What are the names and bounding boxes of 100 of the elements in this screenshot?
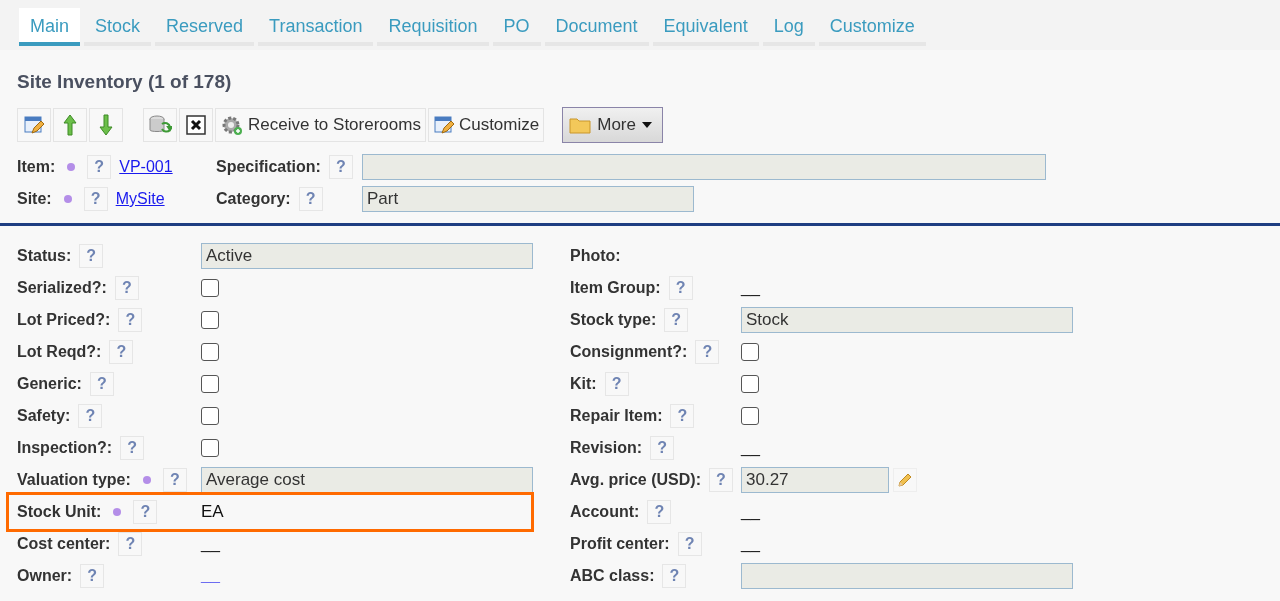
help-button[interactable]: ?	[120, 436, 145, 460]
text-field[interactable]: Stock	[741, 307, 1073, 333]
checkbox[interactable]	[201, 311, 219, 329]
field-label: Lot Reqd?:	[17, 343, 102, 361]
help-button[interactable]: ?	[79, 244, 104, 268]
field-label: Consignment?:	[570, 343, 688, 361]
text-field[interactable]: Part	[362, 186, 694, 212]
field-value: EA	[201, 502, 225, 522]
close-icon	[186, 115, 206, 135]
field-label: Avg. price (USD):	[570, 471, 701, 489]
help-button[interactable]: ?	[78, 404, 103, 428]
more-button[interactable]: More	[562, 107, 663, 143]
help-button[interactable]: ?	[650, 436, 674, 460]
field-label: Kit:	[570, 375, 597, 393]
record-link[interactable]: MySite	[115, 190, 165, 208]
field-label: Profit center:	[570, 535, 670, 553]
tab[interactable]: Stock	[84, 8, 152, 46]
field-value: __	[741, 502, 761, 522]
checkbox[interactable]	[741, 407, 759, 425]
tab[interactable]: Equivalent	[652, 8, 759, 46]
toolbar-button[interactable]: Receive to Storerooms	[215, 108, 426, 142]
checkbox[interactable]	[741, 343, 759, 361]
field-label: Serialized?:	[17, 279, 107, 297]
field-value: __	[741, 438, 761, 458]
customize-form-icon	[432, 114, 455, 136]
field-label: Item Group:	[570, 279, 661, 297]
field-label: Site:	[17, 190, 52, 208]
help-button[interactable]: ?	[604, 372, 629, 396]
help-button[interactable]: ?	[298, 187, 323, 211]
field-value: __	[741, 534, 761, 554]
edit-button[interactable]	[17, 108, 51, 142]
next-button[interactable]	[89, 108, 123, 142]
field-label: Lot Priced?:	[17, 311, 111, 329]
tab[interactable]: PO	[492, 8, 541, 46]
help-button[interactable]: ?	[328, 155, 353, 179]
checkbox[interactable]	[201, 439, 219, 457]
owner-link[interactable]: __	[201, 566, 533, 586]
arrow-up-icon	[63, 114, 77, 136]
tab[interactable]: Transaction	[258, 8, 374, 46]
help-button[interactable]: ?	[114, 276, 139, 300]
tab[interactable]: Document	[544, 8, 649, 46]
page-title: Site Inventory (1 of 178)	[17, 71, 233, 93]
help-button[interactable]: ?	[118, 532, 143, 556]
help-button[interactable]: ?	[133, 500, 158, 524]
help-button[interactable]: ?	[709, 468, 733, 492]
help-button[interactable]: ?	[668, 276, 693, 300]
record-link[interactable]: VP-001	[119, 158, 173, 176]
text-field[interactable]	[741, 563, 1073, 589]
help-button[interactable]: ?	[87, 155, 112, 179]
field-label: Revision:	[570, 439, 642, 457]
field-label: Safety:	[17, 407, 71, 425]
help-button[interactable]: ?	[109, 340, 134, 364]
help-button[interactable]: ?	[80, 564, 105, 588]
field-label: Photo:	[570, 247, 621, 265]
checkbox[interactable]	[201, 375, 219, 393]
checkbox[interactable]	[201, 407, 219, 425]
text-field[interactable]: Average cost	[201, 467, 533, 493]
previous-button[interactable]	[53, 108, 87, 142]
field-label: Stock type:	[570, 311, 657, 329]
field-label: Inspection?:	[17, 439, 113, 457]
field-value: __	[741, 278, 761, 298]
help-button[interactable]: ?	[670, 404, 695, 428]
tab[interactable]: Customize	[818, 8, 926, 46]
text-field[interactable]: Active	[201, 243, 533, 269]
field-label: Repair Item:	[570, 407, 663, 425]
help-button[interactable]: ?	[662, 564, 687, 588]
tab[interactable]: Main	[19, 8, 80, 46]
tab[interactable]: Log	[762, 8, 815, 46]
help-button[interactable]: ?	[695, 340, 720, 364]
field-label: ABC class:	[570, 567, 655, 585]
text-field[interactable]	[362, 154, 1046, 180]
checkbox[interactable]	[201, 279, 219, 297]
delete-button[interactable]	[179, 108, 213, 142]
help-button[interactable]: ?	[664, 308, 689, 332]
checkbox[interactable]	[201, 343, 219, 361]
edit-button[interactable]	[893, 468, 917, 492]
price-field[interactable]: 30.27	[741, 467, 889, 493]
field-label: Stock Unit:	[17, 503, 102, 521]
pencil-icon	[896, 471, 914, 489]
toolbar-button[interactable]: Customize	[427, 108, 545, 142]
help-button[interactable]: ?	[118, 308, 143, 332]
field-label: Account:	[570, 503, 640, 521]
field-label: Generic:	[17, 375, 82, 393]
caret-icon	[641, 122, 652, 128]
field-label: Item:	[17, 158, 56, 176]
database-refresh-icon	[148, 114, 172, 136]
tab[interactable]: Reserved	[155, 8, 255, 46]
field-label: Valuation type:	[17, 471, 131, 489]
tab[interactable]: Requisition	[377, 8, 489, 46]
help-button[interactable]: ?	[647, 500, 672, 524]
help-button[interactable]: ?	[162, 468, 187, 492]
help-button[interactable]: ?	[89, 372, 114, 396]
field-value: __	[201, 534, 221, 554]
help-button[interactable]: ?	[83, 187, 108, 211]
help-button[interactable]: ?	[677, 532, 702, 556]
gear-icon	[220, 114, 244, 136]
field-label: Status:	[17, 247, 72, 265]
field-label: Specification:	[216, 158, 321, 176]
checkbox[interactable]	[741, 375, 759, 393]
folder-icon	[569, 116, 592, 134]
